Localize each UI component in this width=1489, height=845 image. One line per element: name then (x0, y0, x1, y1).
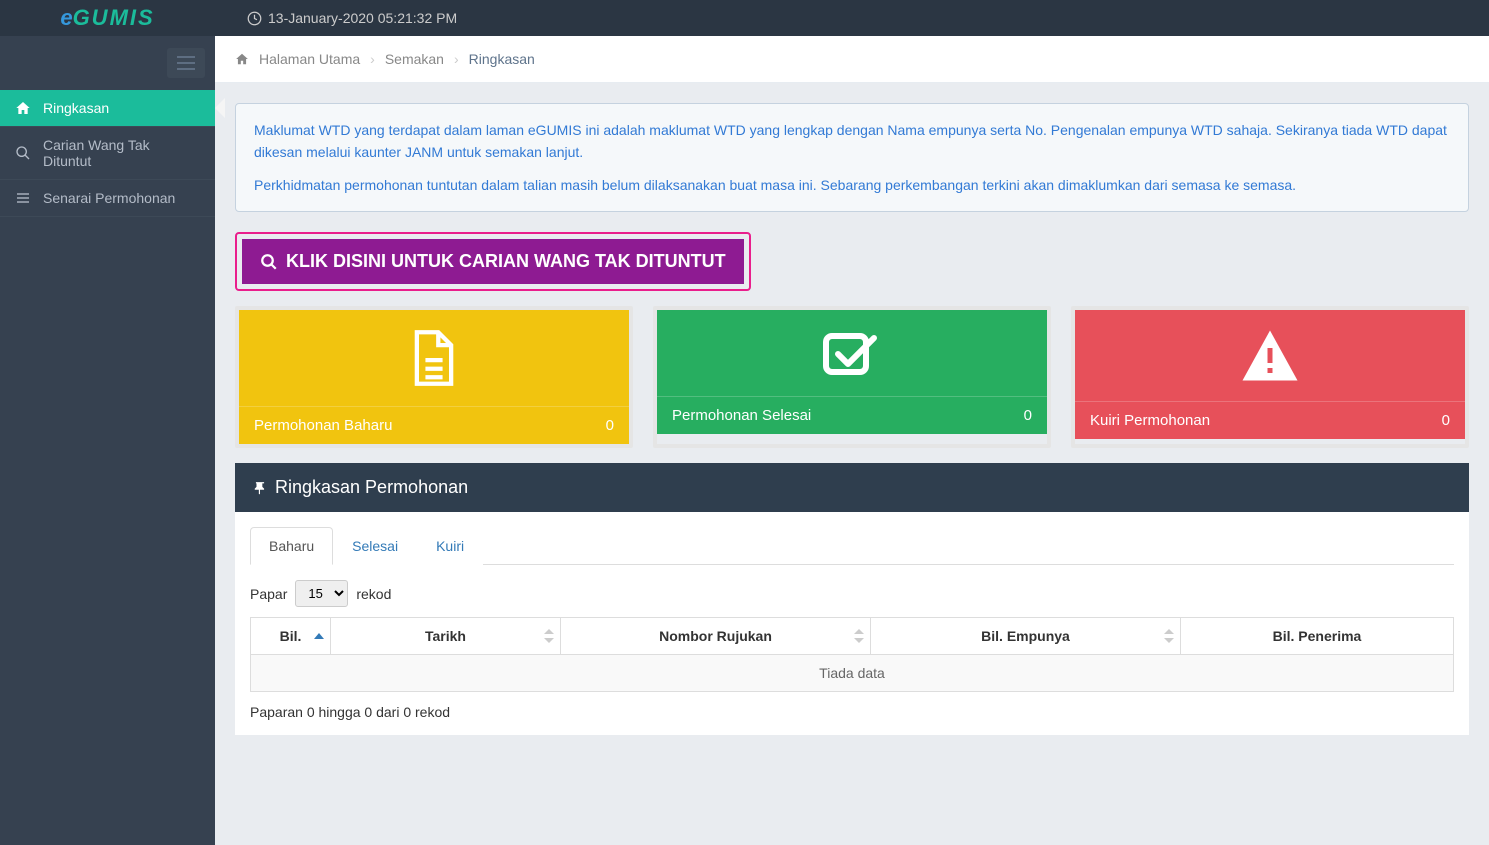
datetime-display: 13-January-2020 05:21:32 PM (247, 10, 457, 26)
sort-icon (544, 629, 554, 643)
stats-row: Permohonan Baharu 0 Permohonan Selesai 0 (235, 306, 1469, 448)
sort-icon (854, 629, 864, 643)
show-suffix: rekod (356, 586, 391, 602)
breadcrumb: Halaman Utama › Semakan › Ringkasan (215, 36, 1489, 83)
per-page-select[interactable]: 15 (295, 580, 348, 607)
th-penerima[interactable]: Bil. Penerima (1181, 618, 1454, 655)
breadcrumb-sep: › (454, 51, 459, 67)
clock-icon (247, 11, 262, 26)
data-table: Bil. Tarikh (250, 617, 1454, 692)
datetime-text: 13-January-2020 05:21:32 PM (268, 10, 457, 26)
sort-asc-icon (314, 633, 324, 639)
panel-title: Ringkasan Permohonan (275, 477, 468, 498)
th-tarikh[interactable]: Tarikh (331, 618, 561, 655)
logo-gumis: GUMIS (73, 5, 155, 31)
table-info: Paparan 0 hingga 0 dari 0 rekod (250, 704, 1454, 720)
sidebar-toggle-button[interactable] (167, 48, 205, 78)
no-data-cell: Tiada data (251, 655, 1454, 692)
breadcrumb-sep: › (370, 51, 375, 67)
search-icon (15, 145, 31, 161)
home-icon (235, 52, 249, 66)
stat-card-new[interactable]: Permohonan Baharu 0 (235, 306, 633, 448)
table-controls: Papar 15 rekod (250, 580, 1454, 607)
home-icon (15, 100, 31, 116)
info-text-2: Perkhidmatan permohonan tuntutan dalam t… (254, 174, 1450, 196)
stat-done-count: 0 (1024, 407, 1032, 424)
search-wtd-button[interactable]: KLIK DISINI UNTUK CARIAN WANG TAK DITUNT… (242, 239, 744, 284)
sidebar-item-label: Ringkasan (43, 100, 109, 116)
logo-e: e (60, 5, 72, 31)
check-icon (822, 328, 882, 378)
stat-query-label: Kuiri Permohonan (1090, 412, 1210, 429)
search-icon (260, 253, 278, 271)
sidebar-item-label: Senarai Permohonan (43, 190, 175, 206)
panel-header: Ringkasan Permohonan (235, 463, 1469, 512)
no-data-row: Tiada data (251, 655, 1454, 692)
brand-logo[interactable]: eGUMIS (0, 0, 215, 36)
list-icon (15, 190, 31, 206)
pin-icon (253, 481, 267, 495)
stat-done-label: Permohonan Selesai (672, 407, 811, 424)
warning-icon (1240, 328, 1300, 383)
stat-card-done[interactable]: Permohonan Selesai 0 (653, 306, 1051, 448)
sidebar-item-ringkasan[interactable]: Ringkasan (0, 90, 215, 127)
breadcrumb-mid[interactable]: Semakan (385, 51, 444, 67)
hamburger-icon (177, 56, 195, 70)
main-content: Halaman Utama › Semakan › Ringkasan Makl… (215, 36, 1489, 845)
info-text-1: Maklumat WTD yang terdapat dalam laman e… (254, 119, 1450, 164)
stat-new-count: 0 (606, 417, 614, 434)
tab-baharu[interactable]: Baharu (250, 527, 333, 565)
topbar: eGUMIS 13-January-2020 05:21:32 PM (0, 0, 1489, 36)
breadcrumb-current: Ringkasan (469, 51, 535, 67)
th-rujukan[interactable]: Nombor Rujukan (561, 618, 871, 655)
info-notice: Maklumat WTD yang terdapat dalam laman e… (235, 103, 1469, 212)
stat-query-count: 0 (1442, 412, 1450, 429)
sidebar: Ringkasan Carian Wang Tak Dituntut Senar… (0, 36, 215, 845)
show-prefix: Papar (250, 586, 287, 602)
stat-card-query[interactable]: Kuiri Permohonan 0 (1071, 306, 1469, 448)
th-bil[interactable]: Bil. (251, 618, 331, 655)
tab-selesai[interactable]: Selesai (333, 527, 417, 565)
tabs: Baharu Selesai Kuiri (250, 527, 1454, 565)
breadcrumb-home[interactable]: Halaman Utama (259, 51, 360, 67)
search-wtd-label: KLIK DISINI UNTUK CARIAN WANG TAK DITUNT… (286, 251, 726, 272)
file-icon (408, 328, 460, 388)
sidebar-item-carian[interactable]: Carian Wang Tak Dituntut (0, 127, 215, 180)
sort-icon (1164, 629, 1174, 643)
tab-kuiri[interactable]: Kuiri (417, 527, 483, 565)
stat-new-label: Permohonan Baharu (254, 417, 392, 434)
sidebar-item-label: Carian Wang Tak Dituntut (43, 137, 200, 169)
summary-panel: Ringkasan Permohonan Baharu Selesai Kuir… (235, 463, 1469, 735)
search-cta-wrap: KLIK DISINI UNTUK CARIAN WANG TAK DITUNT… (235, 232, 751, 291)
sidebar-item-senarai[interactable]: Senarai Permohonan (0, 180, 215, 217)
th-empunya[interactable]: Bil. Empunya (871, 618, 1181, 655)
